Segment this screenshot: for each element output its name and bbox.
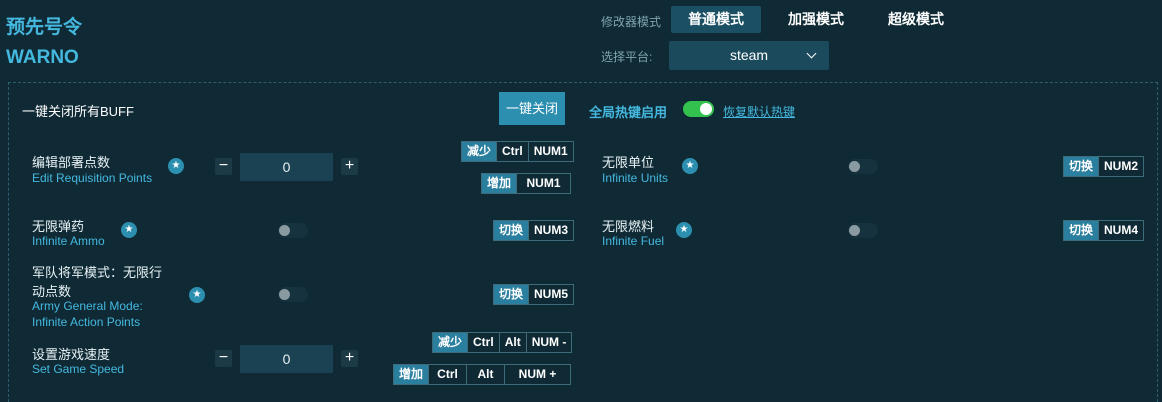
hotkey-action[interactable]: 增加: [482, 174, 517, 193]
hotkey-increase[interactable]: 增加 NUM1: [481, 173, 572, 194]
hotkey-key: NUM1: [516, 174, 570, 193]
mode-label: 修改器模式: [601, 15, 662, 29]
star-icon[interactable]: ★: [682, 158, 698, 174]
app-title-cn: 预先号令: [6, 17, 83, 38]
hotkey-increase[interactable]: 增加 Ctrl Alt NUM +: [393, 364, 572, 385]
hotkey-key: Ctrl: [467, 333, 499, 352]
requisition-value-input[interactable]: 0: [240, 153, 333, 181]
infinite-fuel-toggle[interactable]: [848, 223, 878, 238]
disable-all-button[interactable]: 一键关闭: [499, 92, 565, 125]
minus-button[interactable]: −: [215, 350, 232, 367]
hotkey-decrease[interactable]: 减少 Ctrl NUM1: [461, 141, 574, 162]
infinite-ammo-label-cn: 无限弹药: [32, 219, 85, 234]
infinite-fuel-label-cn: 无限燃料: [602, 219, 655, 234]
toggle-knob: [849, 161, 860, 172]
hotkey-action[interactable]: 切换: [494, 285, 529, 304]
game-speed-label-en: Set Game Speed: [32, 362, 125, 376]
infinite-ammo-label-en: Infinite Ammo: [32, 234, 105, 248]
army-general-label-cn-1: 军队将军模式：无限行: [32, 265, 163, 280]
infinite-ammo-toggle[interactable]: [278, 223, 308, 238]
hotkey-toggle[interactable]: 切换 NUM3: [493, 220, 575, 241]
mode-normal-button[interactable]: 普通模式: [671, 6, 761, 33]
hotkey-key: Ctrl: [428, 365, 466, 384]
hotkey-action[interactable]: 增加: [394, 365, 429, 384]
app-title-en: WARNO: [6, 47, 79, 68]
hotkey-action[interactable]: 减少: [433, 333, 468, 352]
hotkey-key: NUM1: [527, 142, 573, 161]
hotkey-action[interactable]: 减少: [462, 142, 497, 161]
platform-value: steam: [729, 47, 769, 63]
toggle-knob: [849, 225, 860, 236]
mode-enhanced-button[interactable]: 加强模式: [771, 6, 861, 33]
toggle-knob: [279, 289, 290, 300]
plus-button[interactable]: +: [341, 158, 358, 175]
toggle-knob: [700, 103, 712, 115]
army-general-label-cn-2: 动点数: [32, 284, 72, 299]
infinite-units-toggle[interactable]: [848, 159, 878, 174]
game-speed-value-input[interactable]: 0: [240, 345, 333, 373]
army-general-toggle[interactable]: [278, 287, 308, 302]
minus-button[interactable]: −: [215, 158, 232, 175]
game-speed-label-cn: 设置游戏速度: [32, 347, 111, 362]
mode-super-button[interactable]: 超级模式: [871, 6, 961, 33]
hotkey-action[interactable]: 切换: [1064, 221, 1099, 240]
hotkey-key: NUM3: [528, 221, 573, 240]
cheat-panel: [8, 82, 1158, 402]
edit-requisition-label-cn: 编辑部署点数: [32, 155, 111, 170]
hotkey-toggle[interactable]: 切换 NUM4: [1063, 220, 1145, 241]
platform-select[interactable]: steam: [669, 41, 829, 70]
global-hotkey-toggle[interactable]: [683, 101, 714, 117]
hotkey-key: NUM4: [1098, 221, 1143, 240]
hotkey-key: NUM -: [525, 333, 572, 352]
infinite-units-label-cn: 无限单位: [602, 155, 655, 170]
star-icon[interactable]: ★: [121, 222, 137, 238]
restore-hotkeys-link[interactable]: 恢复默认热键: [723, 103, 795, 120]
hotkey-toggle[interactable]: 切换 NUM5: [493, 284, 575, 305]
infinite-units-label-en: Infinite Units: [602, 171, 669, 185]
hotkey-action[interactable]: 切换: [1064, 157, 1099, 176]
hotkey-action[interactable]: 切换: [494, 221, 529, 240]
hotkey-key: NUM +: [504, 365, 570, 384]
hotkey-key: Alt: [466, 365, 504, 384]
hotkey-toggle[interactable]: 切换 NUM2: [1063, 156, 1145, 177]
hotkey-key: NUM5: [528, 285, 573, 304]
toggle-knob: [279, 225, 290, 236]
hotkey-decrease[interactable]: 减少 Ctrl Alt NUM -: [432, 332, 573, 353]
hotkey-key: NUM2: [1098, 157, 1143, 176]
global-hotkey-label: 全局热键启用: [589, 105, 668, 120]
edit-requisition-label-en: Edit Requisition Points: [32, 171, 153, 185]
army-general-label-en-1: Army General Mode:: [32, 299, 143, 313]
star-icon[interactable]: ★: [189, 287, 205, 303]
infinite-fuel-label-en: Infinite Fuel: [602, 234, 665, 248]
plus-button[interactable]: +: [341, 350, 358, 367]
platform-label: 选择平台:: [601, 50, 653, 64]
army-general-label-en-2: Infinite Action Points: [32, 315, 141, 329]
hotkey-key: Ctrl: [496, 142, 528, 161]
hotkey-key: Alt: [498, 333, 526, 352]
star-icon[interactable]: ★: [168, 158, 184, 174]
star-icon[interactable]: ★: [676, 222, 692, 238]
disable-all-buffs-label: 一键关闭所有BUFF: [22, 104, 134, 119]
